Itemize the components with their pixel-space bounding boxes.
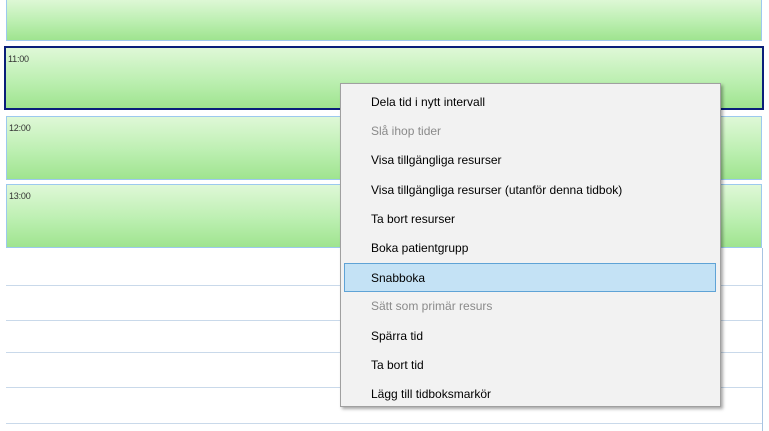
time-slot-1000[interactable] — [6, 0, 762, 41]
menu-item-split-time[interactable]: Dela tid i nytt intervall — [341, 88, 720, 117]
menu-item-add-bookmark[interactable]: Lägg till tidboksmarkör — [341, 380, 720, 409]
menu-item-remove-resources[interactable]: Ta bort resurser — [341, 205, 720, 234]
menu-item-delete-time[interactable]: Ta bort tid — [341, 351, 720, 380]
menu-item-block-time[interactable]: Spärra tid — [341, 322, 720, 351]
grid-line — [6, 423, 762, 424]
grid-edge — [762, 248, 763, 431]
menu-item-show-resources-outside-book[interactable]: Visa tillgängliga resurser (utanför denn… — [341, 176, 720, 205]
slot-time-label: 13:00 — [9, 191, 31, 201]
context-menu: Dela tid i nytt intervall Slå ihop tider… — [340, 83, 721, 407]
menu-item-merge-times: Slå ihop tider — [371, 124, 442, 139]
slot-time-label: 11:00 — [8, 54, 29, 64]
slot-time-label: 12:00 — [9, 123, 31, 133]
menu-item-set-primary-resource: Sätt som primär resurs — [371, 299, 493, 314]
menu-item-book-patient-group[interactable]: Boka patientgrupp — [341, 234, 720, 263]
menu-item-show-available-resources[interactable]: Visa tillgängliga resurser — [341, 146, 720, 175]
menu-item-quick-book[interactable]: Snabboka — [344, 263, 716, 293]
